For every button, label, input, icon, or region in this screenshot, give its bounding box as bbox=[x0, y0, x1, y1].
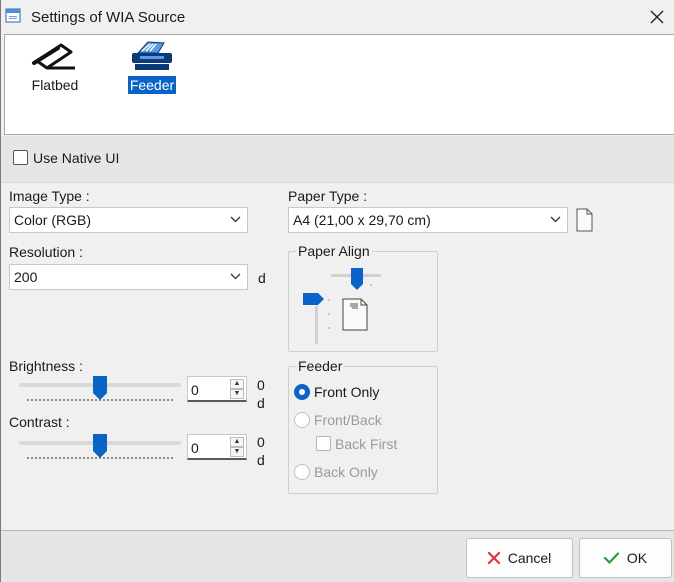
source-item-feeder[interactable]: Feeder bbox=[123, 39, 181, 94]
contrast-down-arrow-icon[interactable]: ▼ bbox=[230, 447, 244, 457]
cancel-button[interactable]: Cancel bbox=[466, 538, 573, 578]
brightness-slider-thumb[interactable] bbox=[93, 376, 107, 400]
chevron-down-icon bbox=[230, 216, 241, 223]
paper-type-value: A4 (21,00 x 29,70 cm) bbox=[293, 212, 431, 228]
brightness-label: Brightness : bbox=[9, 358, 83, 374]
image-type-label: Image Type : bbox=[9, 188, 90, 204]
front-back-label: Front/Back bbox=[314, 412, 382, 428]
contrast-slider-thumb[interactable] bbox=[93, 434, 107, 458]
checkmark-icon bbox=[603, 552, 619, 564]
brightness-up-arrow-icon[interactable]: ▲ bbox=[230, 379, 244, 389]
cancel-label: Cancel bbox=[507, 550, 552, 566]
back-only-label: Back Only bbox=[314, 464, 378, 480]
resolution-label: Resolution : bbox=[9, 244, 83, 260]
close-icon bbox=[650, 10, 664, 24]
paper-type-select[interactable]: A4 (21,00 x 29,70 cm) bbox=[288, 207, 568, 233]
paper-type-label: Paper Type : bbox=[288, 188, 368, 204]
source-list: Flatbed Feeder bbox=[4, 34, 674, 135]
dialog-footer: Cancel OK bbox=[1, 530, 674, 582]
brightness-spinbox[interactable]: 0 ▲ ▼ bbox=[187, 376, 247, 402]
paper-align-caption: Paper Align bbox=[296, 243, 372, 259]
ok-button[interactable]: OK bbox=[579, 538, 672, 578]
image-type-select[interactable]: Color (RGB) bbox=[9, 207, 248, 233]
contrast-slider[interactable] bbox=[19, 434, 181, 464]
contrast-label: Contrast : bbox=[9, 414, 70, 430]
contrast-unit-top: 0 bbox=[257, 434, 265, 450]
use-native-ui-label: Use Native UI bbox=[33, 150, 120, 166]
brightness-unit-bottom: d bbox=[257, 395, 265, 411]
wia-settings-dialog: Settings of WIA Source Flatbed Feeder Us… bbox=[0, 0, 674, 582]
image-type-value: Color (RGB) bbox=[14, 212, 92, 228]
paper-align-group: Paper Align bbox=[288, 243, 438, 352]
source-item-flatbed[interactable]: Flatbed bbox=[27, 39, 83, 94]
brightness-slider[interactable] bbox=[19, 376, 181, 406]
contrast-spinbox[interactable]: 0 ▲ ▼ bbox=[187, 434, 247, 460]
brightness-unit-top: 0 bbox=[257, 377, 265, 393]
ok-label: OK bbox=[626, 550, 648, 566]
front-only-radio[interactable] bbox=[294, 384, 310, 400]
back-only-radio[interactable] bbox=[294, 464, 310, 480]
cancel-x-icon bbox=[487, 552, 500, 564]
chevron-down-icon bbox=[550, 216, 561, 223]
resolution-value: 200 bbox=[14, 269, 38, 285]
feeder-group: Feeder Front Only Front/Back Back First … bbox=[288, 358, 438, 494]
brightness-value: 0 bbox=[191, 382, 199, 398]
window-title: Settings of WIA Source bbox=[31, 9, 186, 26]
chevron-down-icon bbox=[230, 273, 241, 280]
brightness-down-arrow-icon[interactable]: ▼ bbox=[230, 389, 244, 399]
source-label-flatbed: Flatbed bbox=[31, 77, 79, 93]
back-first-checkbox[interactable] bbox=[316, 436, 331, 451]
use-native-ui-checkbox[interactable] bbox=[13, 150, 28, 165]
front-only-label: Front Only bbox=[314, 384, 380, 400]
source-label-feeder: Feeder bbox=[127, 76, 177, 94]
page-orientation-icon[interactable] bbox=[576, 208, 593, 232]
scanner-app-icon bbox=[5, 7, 23, 25]
front-back-radio[interactable] bbox=[294, 412, 310, 428]
resolution-select[interactable]: 200 bbox=[9, 264, 248, 290]
paper-align-control[interactable] bbox=[301, 262, 401, 348]
resolution-unit: d bbox=[258, 270, 266, 286]
close-button[interactable] bbox=[643, 4, 671, 30]
feeder-scanner-icon bbox=[132, 41, 172, 70]
native-ui-row: Use Native UI bbox=[1, 136, 674, 183]
contrast-value: 0 bbox=[191, 440, 199, 456]
flatbed-scanner-icon bbox=[32, 43, 75, 70]
contrast-unit-bottom: d bbox=[257, 452, 265, 468]
title-bar: Settings of WIA Source bbox=[1, 0, 674, 34]
back-first-label: Back First bbox=[335, 436, 398, 452]
contrast-up-arrow-icon[interactable]: ▲ bbox=[230, 437, 244, 447]
feeder-caption: Feeder bbox=[296, 358, 345, 374]
